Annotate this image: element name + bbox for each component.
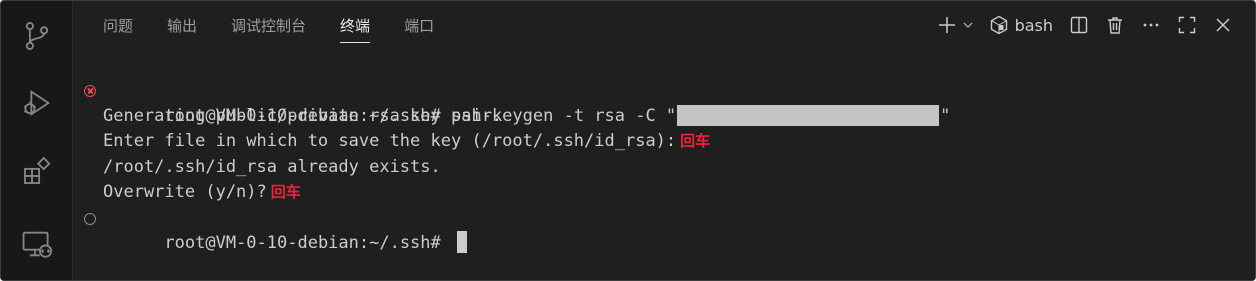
run-debug-icon[interactable] <box>19 85 55 121</box>
ellipsis-icon <box>1143 23 1159 27</box>
close-icon <box>1216 18 1230 32</box>
output-text: Generating public/private rsa key pair. <box>103 105 503 126</box>
output-text: Overwrite (y/n)? <box>103 182 267 202</box>
activity-bar <box>1 1 73 280</box>
tab-output[interactable]: 输出 <box>167 1 197 49</box>
split-editor-icon <box>1070 16 1088 34</box>
terminal-line: Enter file in which to save the key (/ro… <box>83 129 1235 155</box>
panel-tabs: 问题 输出 调试控制台 终端 端口 <box>103 1 468 49</box>
terminal-line: root@VM-0-10-debian:~/.ssh# ssh-keygen -… <box>83 78 1235 126</box>
remote-explorer-icon[interactable] <box>19 226 55 262</box>
tab-ports[interactable]: 端口 <box>404 1 434 49</box>
terminal-line: /root/.ssh/id_rsa already exists. <box>83 155 1235 181</box>
terminal-line: Generating public/private rsa key pair. <box>83 104 1235 130</box>
plus-icon <box>938 17 955 33</box>
maximize-icon <box>1178 16 1196 34</box>
close-panel-button[interactable] <box>1209 11 1237 39</box>
terminal-line: Overwrite (y/n)? 回车 <box>83 180 1235 206</box>
terminal-cursor <box>457 231 467 253</box>
shell-selector[interactable]: bash <box>989 11 1053 39</box>
new-terminal-button[interactable] <box>937 11 975 39</box>
maximize-panel-button[interactable] <box>1173 11 1201 39</box>
source-control-icon[interactable] <box>19 18 55 54</box>
tab-problems[interactable]: 问题 <box>103 1 133 49</box>
shell-label: bash <box>1014 15 1053 35</box>
terminal-output[interactable]: root@VM-0-10-debian:~/.ssh# ssh-keygen -… <box>83 78 1235 253</box>
enter-annotation: 回车 <box>680 132 711 150</box>
prompt-text: root@VM-0-10-debian:~/.ssh# <box>164 233 451 253</box>
enter-annotation: 回车 <box>270 183 301 201</box>
more-actions-button[interactable] <box>1137 11 1165 39</box>
idle-decoration-icon[interactable] <box>84 212 96 225</box>
panel-toolbar: bash <box>929 1 1237 49</box>
output-text: /root/.ssh/id_rsa already exists. <box>103 156 441 177</box>
split-terminal-button[interactable] <box>1065 11 1093 39</box>
tab-terminal[interactable]: 终端 <box>340 1 371 49</box>
terminal-line: root@VM-0-10-debian:~/.ssh# <box>83 206 1235 253</box>
kill-terminal-button[interactable] <box>1101 11 1129 39</box>
bash-shell-icon <box>990 15 1007 35</box>
error-decoration-icon[interactable] <box>84 85 96 97</box>
tab-debug-console[interactable]: 调试控制台 <box>231 1 306 49</box>
chevron-down-icon[interactable] <box>961 18 975 32</box>
vscode-panel-window: 问题 输出 调试控制台 终端 端口 bash root@VM-0-10-debi… <box>0 0 1256 281</box>
extensions-icon[interactable] <box>19 153 55 189</box>
trash-icon <box>1108 17 1122 34</box>
output-text: Enter file in which to save the key (/ro… <box>103 131 677 151</box>
